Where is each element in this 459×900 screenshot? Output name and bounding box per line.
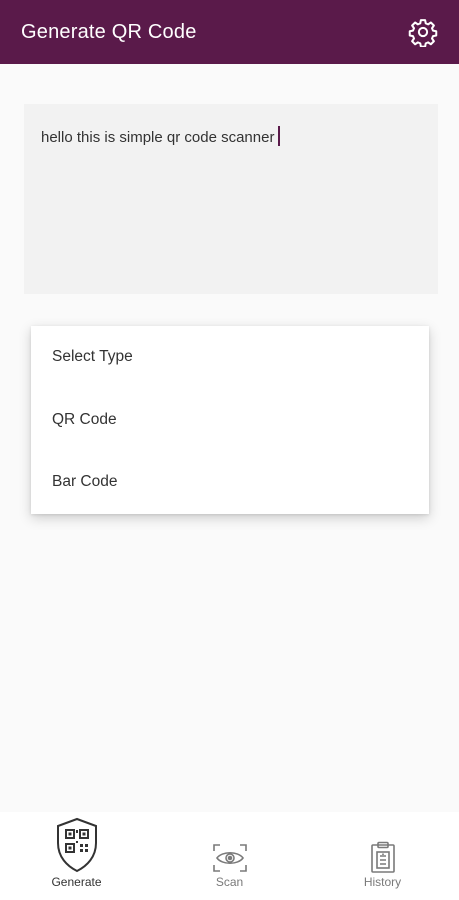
bottom-navigation: Generate Scan History <box>0 812 459 900</box>
dropdown-item-bar-code[interactable]: Bar Code <box>31 451 429 514</box>
dropdown-item-select-type[interactable]: Select Type <box>31 326 429 389</box>
nav-item-scan[interactable]: Scan <box>153 812 306 900</box>
page-title: Generate QR Code <box>21 20 197 43</box>
text-input-value: hello this is simple qr code scanner <box>41 129 275 146</box>
gear-icon <box>408 19 438 47</box>
nav-label-scan: Scan <box>215 875 244 889</box>
dropdown-item-qr-code[interactable]: QR Code <box>31 389 429 452</box>
text-caret <box>278 126 281 146</box>
settings-button[interactable] <box>407 16 439 48</box>
clipboard-history-icon <box>370 841 395 873</box>
nav-item-history[interactable]: History <box>306 812 459 900</box>
scan-eye-icon <box>212 844 247 872</box>
text-input[interactable]: hello this is simple qr code scanner <box>24 104 438 294</box>
nav-label-history: History <box>363 875 402 889</box>
type-dropdown-menu: Select Type QR Code Bar Code <box>31 326 429 514</box>
nav-label-generate: Generate <box>51 875 102 889</box>
app-screen: Generate QR Code hello this is simple qr… <box>0 0 459 900</box>
nav-item-generate[interactable]: Generate <box>0 812 153 900</box>
qr-shield-icon <box>56 817 97 873</box>
app-bar: Generate QR Code <box>0 0 459 64</box>
